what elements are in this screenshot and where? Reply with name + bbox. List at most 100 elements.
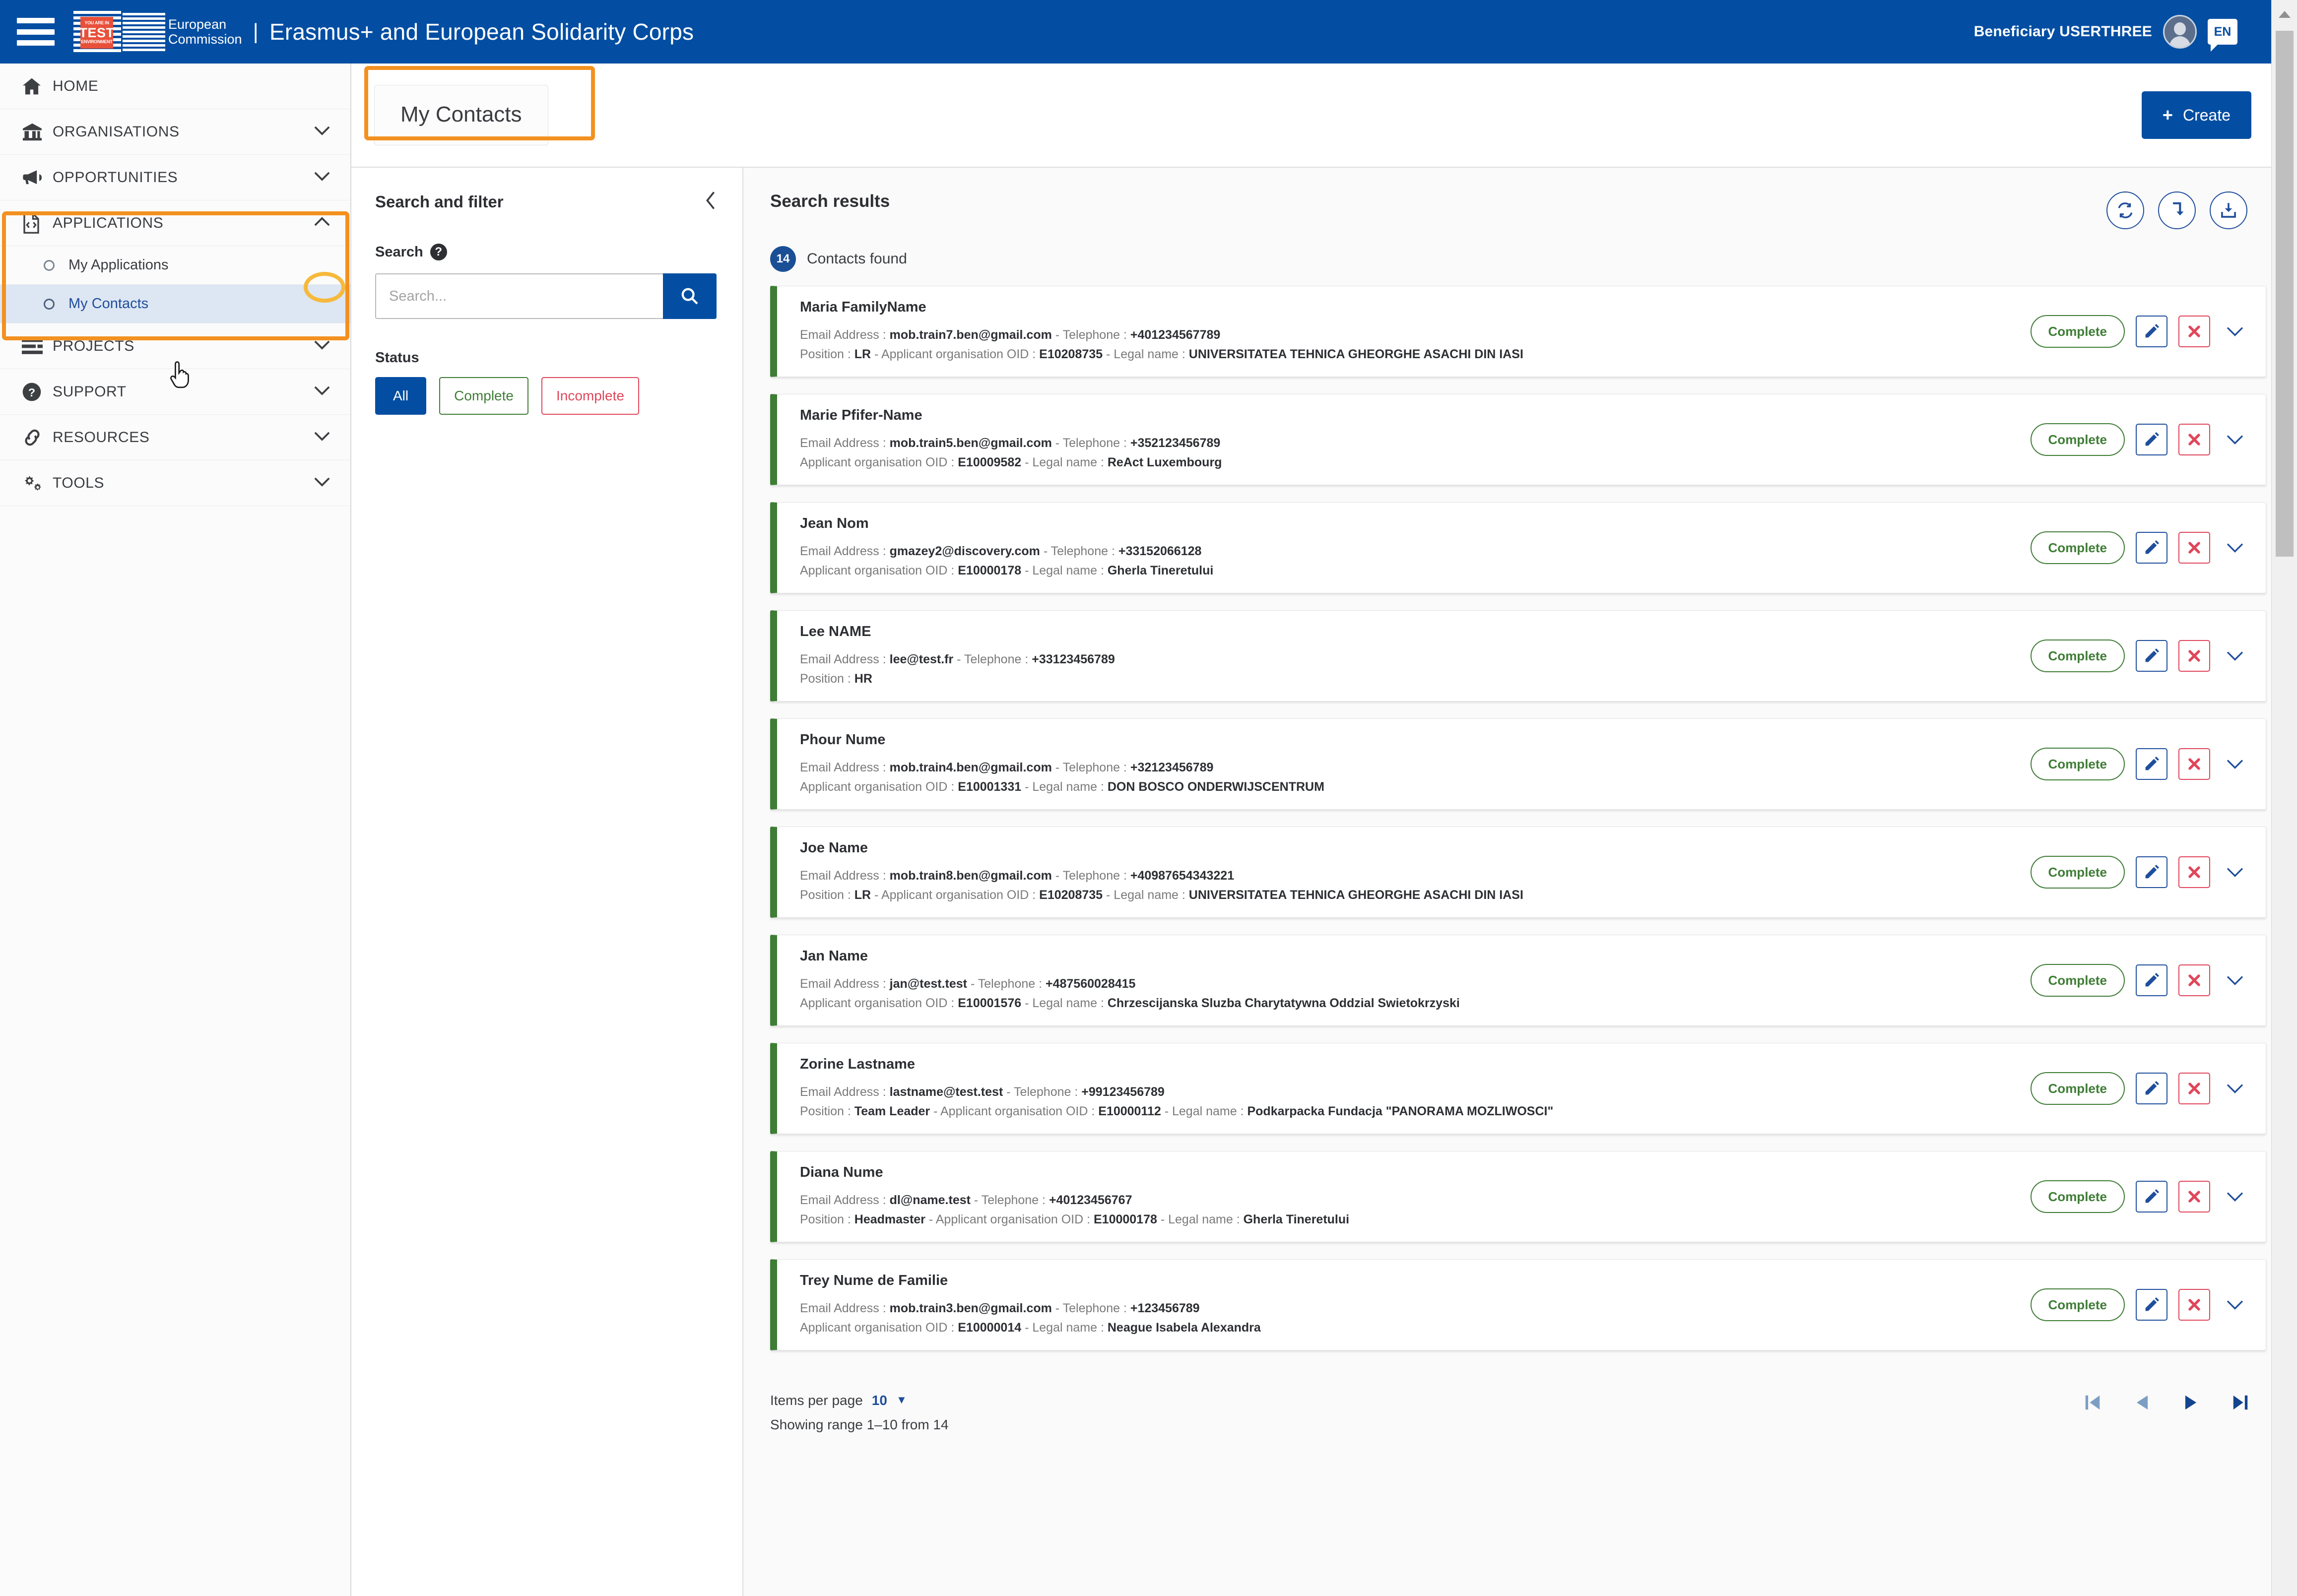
- chevron-down-icon[interactable]: [2221, 750, 2249, 778]
- chevron-down-icon[interactable]: [2221, 642, 2249, 670]
- first-page-icon[interactable]: [2084, 1393, 2101, 1412]
- export-download-icon[interactable]: [2210, 192, 2247, 229]
- sidebar-item-resources[interactable]: RESOURCES: [0, 415, 350, 460]
- chevron-down-icon[interactable]: ▼: [896, 1391, 907, 1410]
- delete-x-icon[interactable]: [2178, 964, 2210, 996]
- delete-x-icon[interactable]: [2178, 1181, 2210, 1213]
- status-badge[interactable]: Complete: [2030, 423, 2125, 456]
- status-filter-incomplete[interactable]: Incomplete: [541, 377, 639, 415]
- edit-pencil-icon[interactable]: [2136, 1181, 2167, 1213]
- edit-pencil-icon[interactable]: [2136, 856, 2167, 888]
- delete-x-icon[interactable]: [2178, 1073, 2210, 1104]
- chevron-down-icon[interactable]: [2221, 1183, 2249, 1211]
- contact-name: Jan Name: [800, 948, 868, 964]
- sort-down-icon[interactable]: [2158, 192, 2196, 229]
- chevron-down-icon[interactable]: [2221, 426, 2249, 453]
- chevron-down-icon[interactable]: [314, 339, 330, 353]
- chevron-down-icon[interactable]: [2221, 858, 2249, 886]
- edit-pencil-icon[interactable]: [2136, 964, 2167, 996]
- edit-pencil-icon[interactable]: [2136, 424, 2167, 455]
- contact-card[interactable]: Marie Pfifer-Name Email Address : mob.tra…: [770, 394, 2266, 485]
- items-per-page-value[interactable]: 10: [872, 1388, 887, 1412]
- edit-pencil-icon[interactable]: [2136, 640, 2167, 672]
- chevron-up-icon[interactable]: [314, 216, 330, 230]
- sidebar-item-home[interactable]: HOME: [0, 64, 350, 109]
- refresh-icon[interactable]: [2106, 192, 2144, 229]
- create-button[interactable]: + Create: [2141, 91, 2251, 139]
- edit-pencil-icon[interactable]: [2136, 748, 2167, 780]
- edit-pencil-icon[interactable]: [2136, 316, 2167, 347]
- search-input[interactable]: [375, 273, 663, 319]
- scrollbar-thumb[interactable]: [2276, 31, 2294, 557]
- search-button[interactable]: [663, 273, 717, 319]
- contact-card[interactable]: Phour Nume Email Address : mob.train4.ben…: [770, 718, 2266, 810]
- delete-x-icon[interactable]: [2178, 424, 2210, 455]
- chevron-down-icon[interactable]: [2221, 966, 2249, 994]
- status-filter-complete[interactable]: Complete: [439, 377, 528, 415]
- status-badge[interactable]: Complete: [2030, 856, 2125, 889]
- filter-panel-header: Search and filter: [375, 191, 717, 213]
- edit-pencil-icon[interactable]: [2136, 1289, 2167, 1321]
- contact-name: Maria FamilyName: [800, 299, 926, 315]
- chevron-down-icon[interactable]: [314, 171, 330, 184]
- status-badge[interactable]: Complete: [2030, 1180, 2125, 1213]
- status-badge[interactable]: Complete: [2030, 315, 2125, 348]
- search-field-label: Search ?: [375, 244, 717, 260]
- sidebar-item-opportunities[interactable]: OPPORTUNITIES: [0, 155, 350, 200]
- contact-card[interactable]: Lee NAME Email Address : lee@test.fr - Te…: [770, 610, 2266, 702]
- chevron-down-icon[interactable]: [2221, 534, 2249, 562]
- contact-card[interactable]: Maria FamilyName Email Address : mob.trai…: [770, 286, 2266, 377]
- avatar[interactable]: [2163, 15, 2197, 49]
- chevron-left-icon[interactable]: [705, 191, 717, 213]
- delete-x-icon[interactable]: [2178, 532, 2210, 564]
- sidebar-item-my-contacts[interactable]: My Contacts: [0, 285, 350, 323]
- next-page-icon[interactable]: [2183, 1393, 2199, 1412]
- chevron-down-icon[interactable]: [2221, 1075, 2249, 1102]
- contact-card[interactable]: Zorine Lastname Email Address : lastname@…: [770, 1043, 2266, 1134]
- sidebar-item-support[interactable]: ? SUPPORT: [0, 369, 350, 415]
- chevron-down-icon[interactable]: [314, 431, 330, 444]
- sidebar-item-organisations[interactable]: ORGANISATIONS: [0, 109, 350, 155]
- contact-card[interactable]: Jan Name Email Address : jan@test.test - …: [770, 935, 2266, 1026]
- sidebar-item-my-applications[interactable]: My Applications: [0, 246, 350, 285]
- edit-pencil-icon[interactable]: [2136, 1073, 2167, 1104]
- delete-x-icon[interactable]: [2178, 856, 2210, 888]
- edit-pencil-icon[interactable]: [2136, 532, 2167, 564]
- hamburger-icon[interactable]: [17, 18, 55, 46]
- last-page-icon[interactable]: [2231, 1393, 2249, 1412]
- status-badge[interactable]: Complete: [2030, 531, 2125, 564]
- status-filter-all[interactable]: All: [375, 377, 427, 415]
- status-badge[interactable]: Complete: [2030, 748, 2125, 780]
- sidebar-item-projects[interactable]: PROJECTS: [0, 323, 350, 369]
- contact-card-actions: Complete: [2030, 1288, 2249, 1321]
- delete-x-icon[interactable]: [2178, 640, 2210, 672]
- user-name[interactable]: Beneficiary USERTHREE: [1974, 23, 2152, 40]
- status-badge[interactable]: Complete: [2030, 1288, 2125, 1321]
- language-selector[interactable]: EN: [2208, 19, 2237, 52]
- chevron-down-icon[interactable]: [314, 476, 330, 490]
- scroll-up-arrow-icon[interactable]: [2279, 11, 2291, 18]
- status-badge[interactable]: Complete: [2030, 1072, 2125, 1105]
- megaphone-icon: [22, 169, 53, 187]
- contact-card[interactable]: Joe Name Email Address : mob.train8.ben@g…: [770, 827, 2266, 918]
- delete-x-icon[interactable]: [2178, 316, 2210, 347]
- delete-x-icon[interactable]: [2178, 748, 2210, 780]
- help-icon[interactable]: ?: [430, 244, 447, 260]
- sidebar-item-tools[interactable]: TOOLS: [0, 460, 350, 506]
- delete-x-icon[interactable]: [2178, 1289, 2210, 1321]
- page-scrollbar[interactable]: [2271, 0, 2297, 1596]
- contact-card[interactable]: Diana Nume Email Address : dl@name.test -…: [770, 1151, 2266, 1242]
- contact-card[interactable]: Jean Nom Email Address : gmazey2@discover…: [770, 502, 2266, 593]
- chevron-down-icon[interactable]: [2221, 1291, 2249, 1319]
- gears-icon: [22, 473, 53, 493]
- results-count-row: 14 Contacts found: [743, 229, 2297, 286]
- sidebar-item-applications[interactable]: APPLICATIONS: [0, 200, 350, 246]
- european-commission-logo: YOU ARE IN TEST ENVIRONMENT European Com…: [73, 9, 242, 55]
- contact-card[interactable]: Trey Nume de Familie Email Address : mob.…: [770, 1259, 2266, 1350]
- status-badge[interactable]: Complete: [2030, 639, 2125, 672]
- status-badge[interactable]: Complete: [2030, 964, 2125, 997]
- chevron-down-icon[interactable]: [314, 125, 330, 138]
- previous-page-icon[interactable]: [2134, 1393, 2150, 1412]
- chevron-down-icon[interactable]: [2221, 318, 2249, 345]
- chevron-down-icon[interactable]: [314, 385, 330, 398]
